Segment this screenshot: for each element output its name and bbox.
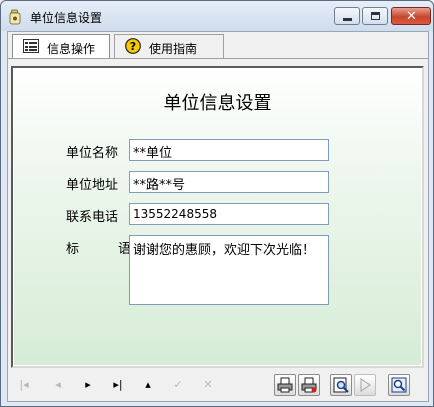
first-record-button[interactable]: |◂ — [14, 377, 34, 393]
insert-record-button[interactable]: ▴ — [138, 377, 158, 393]
app-window: 单位信息设置 ✕ 信息操作 ? 使用指南 单位信息设置 单位名称 **单位 单位… — [0, 0, 434, 407]
unit-name-label: 单位名称 — [66, 146, 119, 161]
preview-button[interactable] — [330, 374, 352, 396]
tab-label: 使用指南 — [149, 42, 198, 56]
slogan-label: 标 语 — [66, 238, 131, 257]
search-button[interactable] — [388, 374, 410, 396]
preview-icon — [333, 377, 349, 393]
tab-label: 信息操作 — [47, 42, 96, 56]
print-icon — [277, 377, 293, 393]
cancel-record-button[interactable]: ✕ — [198, 377, 218, 393]
tab-info-operation[interactable]: 信息操作 — [12, 34, 110, 59]
maximize-button[interactable] — [362, 7, 388, 25]
search-icon — [391, 377, 407, 393]
last-record-button[interactable]: ▸| — [108, 377, 128, 393]
print-setup-icon — [301, 377, 317, 393]
record-toolbar: |◂ ◂ ▸ ▸| ▴ ✓ ✕ — [8, 370, 428, 401]
app-icon — [9, 9, 21, 25]
print-button[interactable] — [274, 374, 296, 396]
tab-user-guide[interactable]: ? 使用指南 — [114, 34, 224, 58]
close-icon: ✕ — [406, 9, 417, 24]
run-button[interactable] — [354, 374, 376, 396]
phone-label: 联系电话 — [66, 210, 119, 225]
unit-address-label: 单位地址 — [66, 178, 119, 193]
unit-name-input[interactable]: **单位 — [129, 139, 329, 161]
minimize-button[interactable] — [334, 7, 360, 25]
maximize-icon — [371, 12, 380, 20]
print-setup-button[interactable] — [298, 374, 320, 396]
post-record-button[interactable]: ✓ — [168, 377, 188, 393]
window-title: 单位信息设置 — [30, 11, 103, 25]
slogan-textarea[interactable]: 谢谢您的惠顾，欢迎下次光临！ — [129, 235, 329, 305]
form-panel: 单位信息设置 单位名称 **单位 单位地址 **路**号 联系电话 135522… — [14, 69, 421, 365]
form-heading: 单位信息设置 — [163, 93, 272, 114]
play-icon — [360, 377, 372, 393]
close-button[interactable]: ✕ — [391, 7, 431, 25]
minimize-icon — [343, 18, 352, 21]
form-icon — [23, 39, 39, 53]
next-record-button[interactable]: ▸ — [78, 377, 98, 393]
title-bar[interactable]: 单位信息设置 ✕ — [1, 1, 433, 31]
form-panel-border: 单位信息设置 单位名称 **单位 单位地址 **路**号 联系电话 135522… — [11, 66, 424, 368]
svg-text:?: ? — [130, 40, 136, 53]
unit-address-input[interactable]: **路**号 — [129, 171, 329, 193]
help-icon: ? — [125, 38, 141, 54]
phone-input[interactable]: 13552248558 — [129, 203, 329, 225]
client-area: 信息操作 ? 使用指南 单位信息设置 单位名称 **单位 单位地址 **路**号… — [7, 31, 429, 402]
tab-divider — [8, 58, 428, 59]
previous-record-button[interactable]: ◂ — [48, 377, 68, 393]
slogan-label-char-1: 标 — [66, 242, 80, 257]
